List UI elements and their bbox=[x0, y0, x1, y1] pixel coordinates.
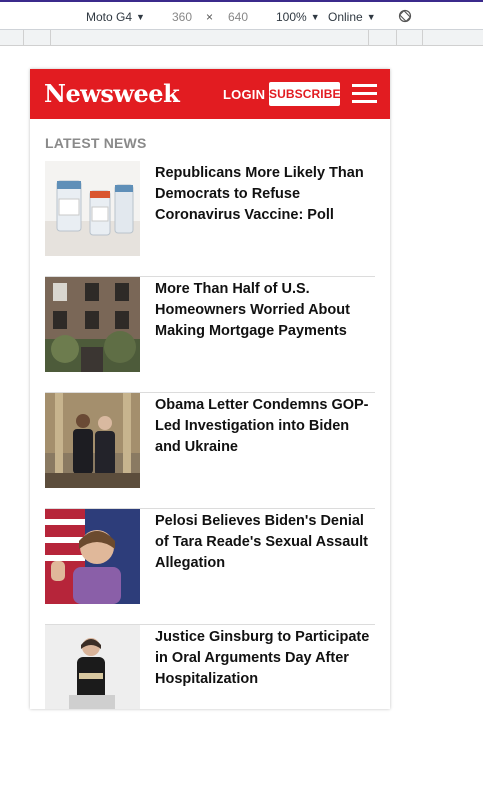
ginsburg-thumbnail[interactable] bbox=[45, 625, 140, 709]
list-item[interactable]: Pelosi Believes Biden's Denial of Tara R… bbox=[45, 509, 375, 625]
caret-down-icon: ▼ bbox=[136, 12, 145, 22]
width-input[interactable]: 360 bbox=[160, 8, 204, 26]
article-headline[interactable]: Justice Ginsburg to Participate in Oral … bbox=[155, 627, 377, 690]
article-headline[interactable]: More Than Half of U.S. Homeowners Worrie… bbox=[155, 279, 377, 342]
list-item[interactable]: Justice Ginsburg to Participate in Oral … bbox=[45, 625, 375, 709]
caret-down-icon: ▼ bbox=[366, 12, 376, 22]
list-item[interactable]: Obama Letter Condemns GOP-Led Investigat… bbox=[45, 393, 375, 509]
ruler-segment[interactable] bbox=[24, 30, 51, 46]
pelosi-thumbnail[interactable] bbox=[45, 509, 140, 604]
subscribe-button[interactable]: SUBSCRIBE bbox=[269, 82, 340, 106]
newsweek-logo[interactable]: Newsweek bbox=[44, 79, 180, 108]
times-separator: × bbox=[206, 10, 214, 24]
news-list: Republicans More Likely Than Democrats t… bbox=[45, 161, 375, 709]
zoom-select[interactable]: 100% ▼ bbox=[276, 10, 320, 24]
obama-biden-thumbnail[interactable] bbox=[45, 393, 140, 488]
login-link[interactable]: LOGIN bbox=[223, 87, 265, 102]
device-viewport: Newsweek LOGIN SUBSCRIBE LATEST NEWS Rep… bbox=[30, 69, 390, 709]
network-label: Online bbox=[328, 10, 363, 24]
article-headline[interactable]: Pelosi Believes Biden's Denial of Tara R… bbox=[155, 511, 377, 574]
article-headline[interactable]: Obama Letter Condemns GOP-Led Investigat… bbox=[155, 395, 377, 458]
caret-down-icon: ▼ bbox=[310, 12, 320, 22]
apartment-building-thumbnail[interactable] bbox=[45, 277, 140, 372]
rotate-icon[interactable] bbox=[398, 9, 412, 23]
ruler-segment[interactable] bbox=[397, 30, 423, 46]
vaccine-vials-thumbnail[interactable] bbox=[45, 161, 140, 256]
device-label: Moto G4 bbox=[86, 10, 133, 24]
zoom-label: 100% bbox=[276, 10, 307, 24]
media-query-bar bbox=[0, 30, 483, 46]
list-item[interactable]: Republicans More Likely Than Democrats t… bbox=[45, 161, 375, 277]
height-input[interactable]: 640 bbox=[216, 8, 260, 26]
ruler-segment[interactable] bbox=[369, 30, 397, 46]
network-select[interactable]: Online ▼ bbox=[328, 10, 376, 24]
device-toolbar: Moto G4 ▼ 360 × 640 100% ▼ Online ▼ bbox=[0, 0, 483, 30]
device-select[interactable]: Moto G4 ▼ bbox=[86, 10, 145, 24]
article-headline[interactable]: Republicans More Likely Than Democrats t… bbox=[155, 163, 377, 226]
ruler-segment[interactable] bbox=[51, 30, 369, 46]
ruler-segment[interactable] bbox=[0, 30, 24, 46]
section-title: LATEST NEWS bbox=[45, 135, 147, 151]
site-header: Newsweek LOGIN SUBSCRIBE bbox=[30, 69, 390, 119]
list-item[interactable]: More Than Half of U.S. Homeowners Worrie… bbox=[45, 277, 375, 393]
hamburger-menu-icon[interactable] bbox=[352, 84, 377, 104]
